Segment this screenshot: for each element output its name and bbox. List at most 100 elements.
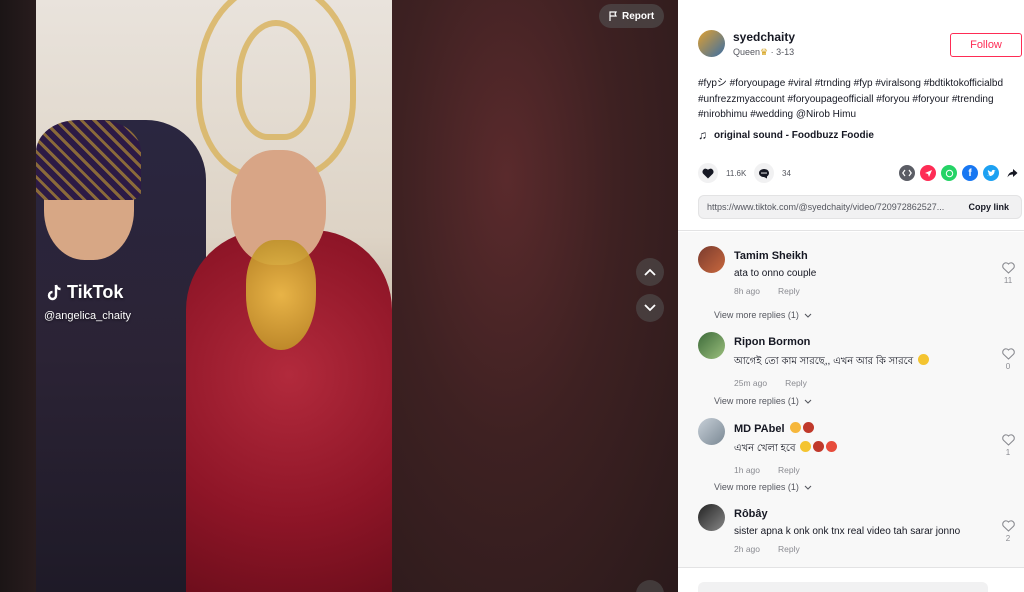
heart-icon <box>702 168 714 178</box>
post-date: 3-13 <box>776 47 795 57</box>
comment-time: 2h ago <box>734 544 760 554</box>
next-video-button[interactable] <box>636 294 664 322</box>
comment-like-count: 2 <box>1005 534 1011 543</box>
heart-outline-icon <box>1001 434 1015 446</box>
watermark-logo-text: TikTok <box>67 282 124 302</box>
comment-text: এখন খেলা হবে <box>734 441 994 458</box>
author-avatar[interactable] <box>698 30 725 57</box>
comment-bubble-icon <box>759 168 769 178</box>
video-link-box: https://www.tiktok.com/@syedchaity/video… <box>698 195 1022 219</box>
view-replies-label: View more replies (1) <box>714 396 799 406</box>
watermark-handle: @angelica_chaity <box>44 310 131 322</box>
twitter-icon[interactable] <box>983 165 999 181</box>
comment-list[interactable]: Tamim Sheikh ata to onno couple 8h ago Re… <box>678 232 1024 567</box>
like-count: 11.6K <box>726 168 747 178</box>
commenter-name[interactable]: MD PAbel <box>734 422 994 435</box>
comment-text-body: আগেই তো কাম সারছে,, এখন আর কি সারবে <box>734 356 914 367</box>
devil-emoji-icon <box>826 441 838 452</box>
report-label: Report <box>622 10 655 22</box>
view-replies-label: View more replies (1) <box>714 310 799 320</box>
comment-time: 8h ago <box>734 286 760 296</box>
heart-outline-icon <box>1001 348 1015 360</box>
view-replies-button[interactable]: View more replies (1) <box>714 310 812 320</box>
commenter-name[interactable]: Rôbây <box>734 508 994 520</box>
commenter-avatar[interactable] <box>698 246 725 273</box>
previous-video-button[interactable] <box>636 258 664 286</box>
comment-like[interactable]: 1 <box>998 434 1018 457</box>
whatsapp-icon[interactable] <box>941 165 957 181</box>
comment-text: sister apna k onk onk tnx real video tah… <box>734 526 961 537</box>
follow-button[interactable]: Follow <box>950 33 1022 57</box>
waving-hand-emoji-icon <box>789 422 801 433</box>
comment-action[interactable]: 34 <box>754 163 791 183</box>
embed-icon[interactable] <box>899 165 915 181</box>
comment-like-count: 11 <box>1003 276 1013 285</box>
comment-time: 1h ago <box>734 465 760 475</box>
laughing-emoji-icon <box>800 441 812 452</box>
video-url[interactable]: https://www.tiktok.com/@syedchaity/video… <box>699 202 956 212</box>
share-arrow-icon[interactable] <box>1004 165 1020 181</box>
tiktok-note-icon <box>47 284 61 300</box>
sound-title: original sound - Foodbuzz Foodie <box>714 129 874 141</box>
like-button[interactable] <box>698 163 718 183</box>
commenter-avatar[interactable] <box>698 504 725 531</box>
bride-jewelry <box>246 240 316 350</box>
comment-like[interactable]: 11 <box>998 262 1018 285</box>
author-subline: Queen♛ · 3-13 <box>733 47 795 58</box>
share-icons: f <box>899 165 1020 181</box>
report-button[interactable]: Report <box>599 4 665 28</box>
wall-ornament-inner <box>236 20 316 140</box>
view-replies-button[interactable]: View more replies (1) <box>714 396 812 406</box>
section-divider <box>678 230 1024 231</box>
comment-input[interactable] <box>698 582 988 592</box>
grinning-emoji-icon <box>917 354 929 365</box>
reply-button[interactable]: Reply <box>778 544 800 554</box>
comment-like[interactable]: 0 <box>998 348 1018 371</box>
author-block[interactable]: syedchaity Queen♛ · 3-13 <box>698 30 795 58</box>
crown-icon: ♛ <box>760 47 769 57</box>
commenter-name[interactable]: Tamim Sheikh <box>734 250 994 262</box>
commenter-avatar[interactable] <box>698 418 725 445</box>
heart-outline-icon <box>1001 520 1015 532</box>
angry-face-emoji-icon <box>813 441 825 452</box>
comment-like-count: 0 <box>1005 362 1011 371</box>
copy-link-button[interactable]: Copy link <box>956 202 1021 212</box>
chevron-down-icon <box>644 304 656 312</box>
comment-button[interactable] <box>754 163 774 183</box>
chevron-down-icon <box>804 399 812 404</box>
commenter-name-text: MD PAbel <box>734 423 785 435</box>
like-action[interactable]: 11.6K <box>698 163 746 183</box>
groom-turban <box>36 120 141 200</box>
comment-time: 25m ago <box>734 378 768 388</box>
comment-like[interactable]: 2 <box>998 520 1018 543</box>
reply-button[interactable]: Reply <box>778 286 800 296</box>
comment-text-body: এখন খেলা হবে <box>734 443 796 454</box>
action-bar: 11.6K 34 f <box>698 163 1022 185</box>
comment-text: ata to onno couple <box>734 268 817 279</box>
video-info-panel: syedchaity Queen♛ · 3-13 Follow #fypシ #f… <box>678 0 1024 592</box>
heart-outline-icon <box>1001 262 1015 274</box>
send-to-friends-icon[interactable] <box>920 165 936 181</box>
reply-button[interactable]: Reply <box>785 378 807 388</box>
chevron-up-icon <box>644 268 656 276</box>
view-replies-button[interactable]: View more replies (1) <box>714 482 812 492</box>
author-username[interactable]: syedchaity <box>733 30 795 44</box>
tiktok-watermark: TikTok <box>46 282 123 303</box>
sound-link[interactable]: ♫ original sound - Foodbuzz Foodie <box>698 128 874 142</box>
video-description: #fypシ #foryoupage #viral #trnding #fyp #… <box>698 78 1003 120</box>
comment-text: আগেই তো কাম সারছে,, এখন আর কি সারবে <box>734 354 994 371</box>
video-player[interactable]: TikTok @angelica_chaity Report <box>0 0 678 592</box>
commenter-avatar[interactable] <box>698 332 725 359</box>
commenter-name[interactable]: Ripon Bormon <box>734 336 994 348</box>
chevron-down-icon <box>804 313 812 318</box>
facebook-icon[interactable]: f <box>962 165 978 181</box>
music-note-icon: ♫ <box>698 128 707 142</box>
comment-composer <box>678 567 1024 592</box>
angry-face-emoji-icon <box>802 422 814 433</box>
video-background-blur <box>392 0 678 592</box>
chevron-down-icon <box>804 485 812 490</box>
comment-like-count: 1 <box>1005 448 1011 457</box>
comment-count: 34 <box>782 168 791 178</box>
reply-button[interactable]: Reply <box>778 465 800 475</box>
author-nickname: Queen <box>733 47 761 57</box>
